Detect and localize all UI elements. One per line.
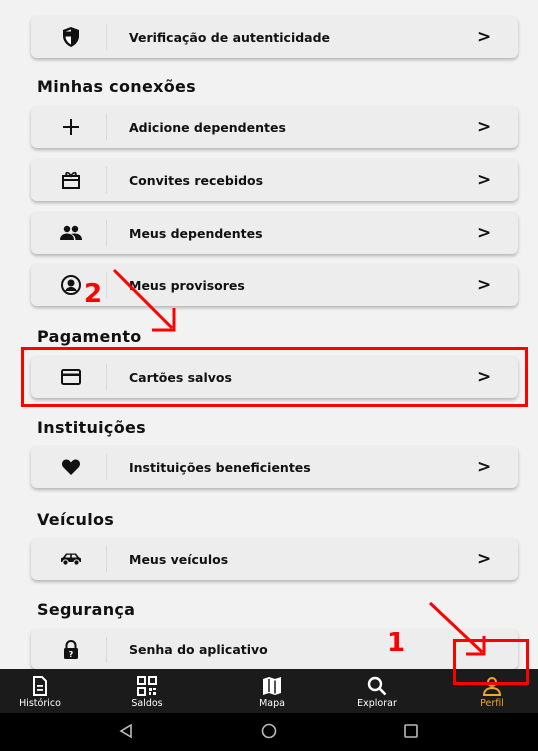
nav-item-saldos[interactable]: Saldos	[107, 669, 187, 713]
highlight-box-saved-cards	[21, 347, 528, 407]
menu-item-label: Instituições beneficientes	[129, 459, 311, 475]
divider	[106, 114, 107, 140]
menu-item-label: Adicione dependentes	[129, 119, 286, 135]
annotation-arrow-2	[112, 268, 176, 332]
chevron-right-icon: >	[477, 170, 492, 190]
menu-item-vehicles[interactable]: Meus veículos >	[31, 538, 518, 580]
annotation-step-1: 1	[387, 628, 406, 658]
qr-code-icon	[137, 676, 157, 696]
search-icon	[367, 676, 387, 696]
lock-icon: ?	[59, 638, 83, 662]
section-title-vehicles: Veículos	[37, 510, 115, 529]
menu-item-label: Convites recebidos	[129, 172, 264, 188]
nav-item-mapa[interactable]: Mapa	[232, 669, 312, 713]
menu-item-add-dependents[interactable]: Adicione dependentes >	[31, 106, 518, 148]
nav-label: Mapa	[259, 698, 285, 709]
history-icon	[30, 676, 50, 696]
menu-item-invites[interactable]: Convites recebidos >	[31, 159, 518, 201]
chevron-right-icon: >	[477, 457, 492, 477]
nav-label: Explorar	[357, 698, 397, 709]
map-icon	[262, 676, 282, 696]
plus-icon	[59, 115, 83, 139]
menu-item-label: Meus veículos	[129, 551, 229, 567]
system-navigation-bar	[0, 713, 538, 751]
chevron-right-icon: >	[477, 275, 492, 295]
section-title-institutions: Instituições	[37, 418, 146, 437]
divider	[106, 546, 107, 572]
car-icon	[59, 547, 83, 571]
divider	[106, 637, 107, 663]
section-title-connections: Minhas conexões	[37, 77, 196, 96]
shield-icon	[59, 25, 83, 49]
gift-icon	[59, 168, 83, 192]
recent-apps-icon[interactable]	[403, 723, 419, 743]
divider	[106, 220, 107, 246]
svg-text:?: ?	[69, 650, 74, 659]
people-icon	[59, 221, 83, 245]
menu-item-label: Senha do aplicativo	[129, 641, 268, 657]
chevron-right-icon: >	[477, 27, 492, 47]
chevron-right-icon: >	[477, 223, 492, 243]
highlight-box-perfil	[453, 639, 529, 685]
menu-item-label: Verificação de autenticidade	[129, 29, 331, 45]
menu-item-institutions[interactable]: Instituições beneficientes >	[31, 446, 518, 488]
nav-label: Saldos	[131, 698, 163, 709]
nav-item-explorar[interactable]: Explorar	[337, 669, 417, 713]
chevron-right-icon: >	[477, 117, 492, 137]
chevron-right-icon: >	[477, 549, 492, 569]
divider	[106, 167, 107, 193]
account-circle-icon	[59, 273, 83, 297]
heart-icon	[59, 455, 83, 479]
section-title-security: Segurança	[37, 600, 136, 619]
menu-item-label: Meus dependentes	[129, 225, 263, 241]
nav-label: Histórico	[19, 698, 61, 709]
home-icon[interactable]	[261, 723, 277, 743]
menu-item-authenticity[interactable]: Verificação de autenticidade >	[31, 16, 518, 58]
divider	[106, 24, 107, 50]
back-icon[interactable]	[118, 723, 134, 743]
menu-item-dependents[interactable]: Meus dependentes >	[31, 212, 518, 254]
divider	[106, 454, 107, 480]
nav-label: Perfil	[480, 698, 504, 709]
nav-item-historico[interactable]: Histórico	[0, 669, 80, 713]
